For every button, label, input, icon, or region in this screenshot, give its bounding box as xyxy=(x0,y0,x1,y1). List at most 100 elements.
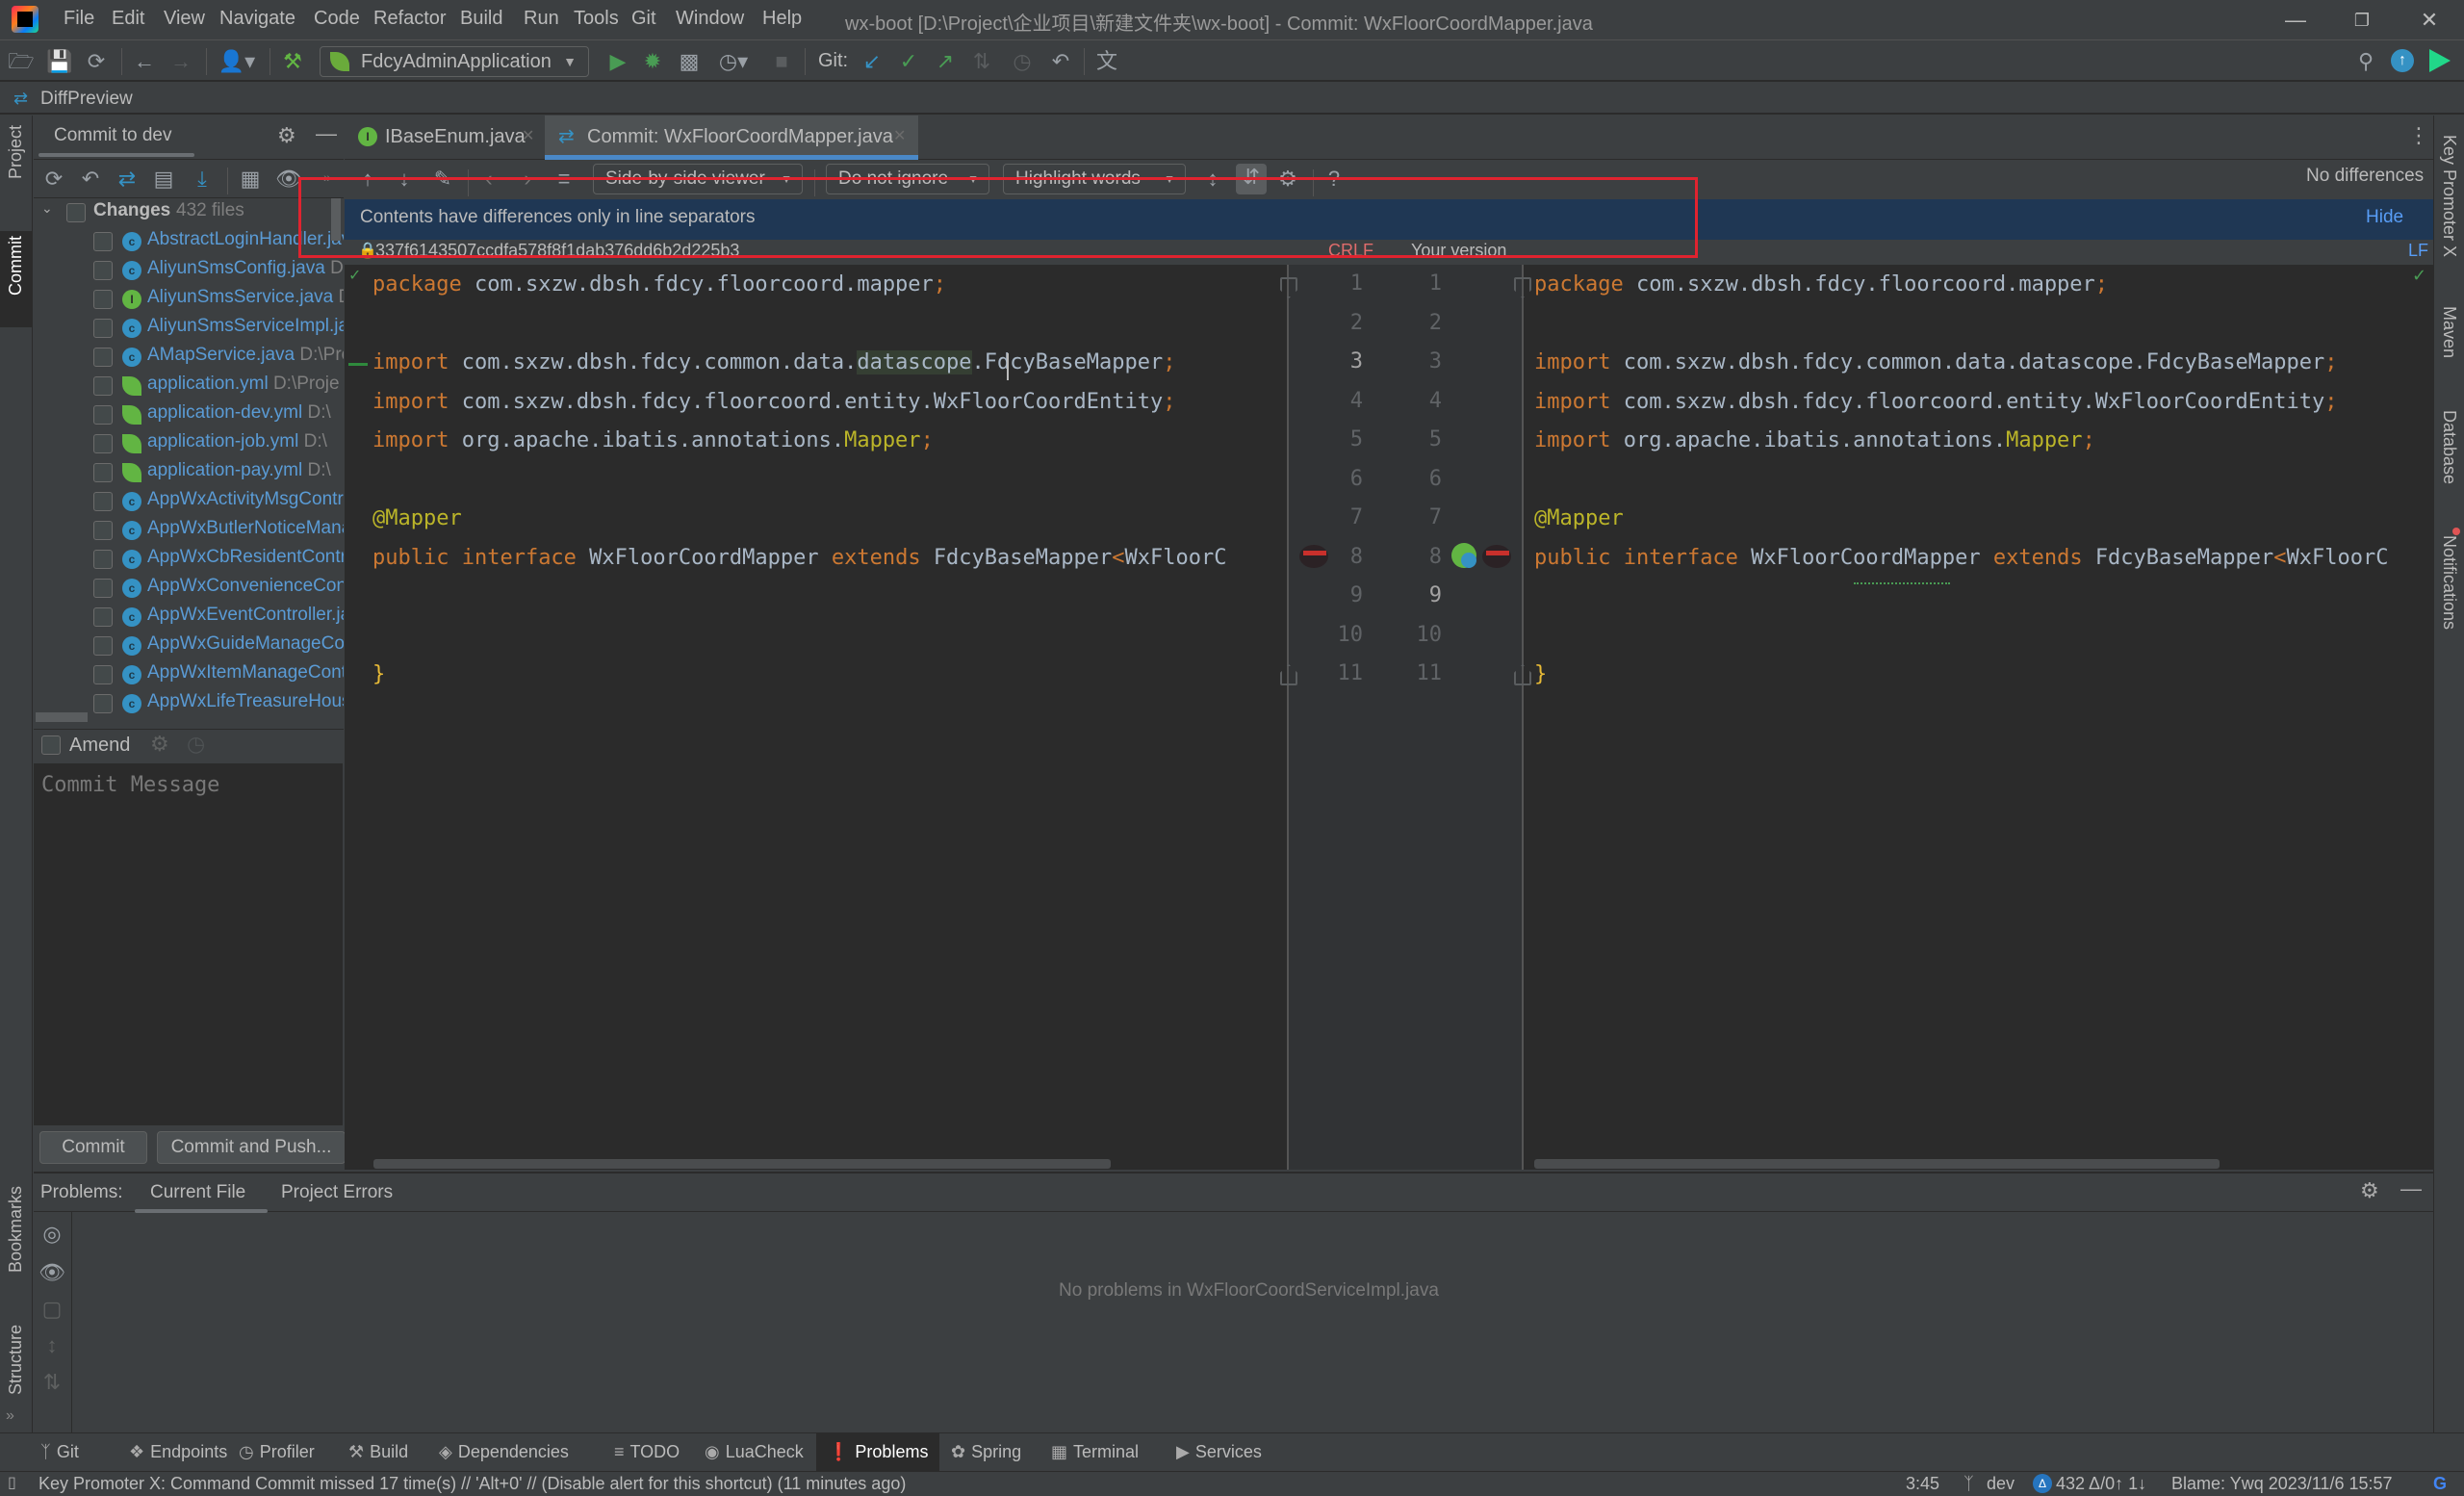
collapse-all-icon[interactable]: ⇅ xyxy=(38,1369,65,1396)
tree-horizontal-scrollbar[interactable] xyxy=(36,712,88,722)
tool-tab-endpoints[interactable]: ❖ Endpoints xyxy=(117,1432,239,1471)
view-options-icon[interactable]: 👁 xyxy=(38,1259,65,1286)
menu-tools[interactable]: Tools xyxy=(574,8,619,30)
history-icon[interactable]: ◷ xyxy=(1009,48,1036,75)
menu-code[interactable]: Code xyxy=(314,8,360,30)
menu-run[interactable]: Run xyxy=(524,8,559,30)
menu-build[interactable]: Build xyxy=(460,8,502,30)
file-checkbox[interactable] xyxy=(93,405,113,425)
file-checkbox[interactable] xyxy=(93,376,113,396)
file-checkbox[interactable] xyxy=(93,348,113,367)
show-diff-icon[interactable]: ⇄ xyxy=(114,166,141,193)
file-checkbox[interactable] xyxy=(93,550,113,569)
debug-icon[interactable]: ✹ xyxy=(639,48,666,75)
file-checkbox[interactable] xyxy=(93,665,113,684)
right-line-number[interactable]: 2 xyxy=(1403,311,1442,335)
menu-navigate[interactable]: Navigate xyxy=(219,8,295,30)
implementations-icon[interactable] xyxy=(1451,543,1476,568)
tool-tab-services[interactable]: ▶ Services xyxy=(1165,1432,1273,1471)
chevron-down-icon[interactable]: ⌄ xyxy=(41,200,53,217)
coverage-icon[interactable]: ▩ xyxy=(676,48,703,75)
more-tools-icon[interactable]: » xyxy=(6,1407,14,1425)
file-checkbox[interactable] xyxy=(93,232,113,251)
file-row[interactable]: application-pay.yml D:\ xyxy=(34,458,344,487)
file-row[interactable]: c AppWxItemManageController.java xyxy=(34,660,344,689)
file-checkbox[interactable] xyxy=(93,463,113,482)
mybatis-ninja-icon[interactable] xyxy=(1299,545,1328,568)
commit-tab[interactable]: Commit to dev xyxy=(54,125,171,146)
file-checkbox[interactable] xyxy=(93,694,113,713)
menu-view[interactable]: View xyxy=(164,8,205,30)
left-line-number[interactable]: 10 xyxy=(1324,623,1364,647)
menu-window[interactable]: Window xyxy=(676,8,744,30)
expand-all-icon[interactable]: ↕ xyxy=(38,1332,65,1359)
right-line-number[interactable]: 4 xyxy=(1403,389,1442,413)
file-row[interactable]: c AbstractLoginHandler.java xyxy=(34,227,344,256)
file-row[interactable]: c AliyunSmsServiceImpl.java xyxy=(34,314,344,343)
back-icon[interactable]: ← xyxy=(131,48,158,75)
file-checkbox[interactable] xyxy=(93,492,113,511)
profile-dropdown-icon[interactable]: ◷▾ xyxy=(712,48,755,75)
notifications-tool-button[interactable]: Notifications xyxy=(2439,535,2459,630)
tool-tab-build[interactable]: ⚒ Build xyxy=(337,1432,420,1471)
git-branch[interactable]: dev xyxy=(1987,1474,2015,1494)
git-update-icon[interactable]: ↙ xyxy=(859,48,886,75)
code-with-me-icon[interactable] xyxy=(2429,49,2451,72)
structure-tool-button[interactable]: Structure xyxy=(6,1325,26,1395)
left-line-number[interactable]: 11 xyxy=(1324,661,1364,685)
left-line-number[interactable]: 4 xyxy=(1324,389,1363,413)
left-line-number[interactable]: 2 xyxy=(1324,311,1363,335)
tab-project-errors[interactable]: Project Errors xyxy=(281,1182,393,1203)
right-line-number[interactable]: 1 xyxy=(1403,271,1442,296)
right-line-number[interactable]: 11 xyxy=(1403,661,1443,685)
tab-commit-diff[interactable]: ⇄ Commit: WxFloorCoordMapper.java ✕ xyxy=(545,116,918,160)
right-line-number[interactable]: 3 xyxy=(1403,349,1442,374)
hide-banner-link[interactable]: Hide xyxy=(2366,207,2403,228)
changes-checkbox[interactable] xyxy=(66,203,86,222)
toggle-tool-windows-icon[interactable]: ▯ xyxy=(8,1473,16,1492)
file-row[interactable]: application-job.yml D:\ xyxy=(34,429,344,458)
update-icon[interactable]: ↑ xyxy=(2391,49,2414,72)
menu-refactor[interactable]: Refactor xyxy=(373,8,447,30)
forward-icon[interactable]: → xyxy=(167,48,194,75)
git-changes-count[interactable]: 432 Δ/0↑ 1↓ xyxy=(2056,1474,2146,1494)
mybatis-ninja-icon[interactable] xyxy=(1482,545,1511,568)
caret-position[interactable]: 3:45 xyxy=(1906,1474,1939,1494)
file-checkbox[interactable] xyxy=(93,319,113,338)
tool-tab-problems[interactable]: ❗ Problems xyxy=(816,1432,940,1471)
right-line-number[interactable]: 9 xyxy=(1403,583,1442,607)
key-promoter-tool-button[interactable]: Key Promoter X xyxy=(2439,135,2459,257)
open-folder-icon[interactable]: 🗁 xyxy=(8,48,35,75)
search-icon[interactable]: ⚲ xyxy=(2352,48,2379,75)
more-options-icon[interactable]: ⋮ xyxy=(2408,123,2429,148)
tab-ibaseenum[interactable]: I IBaseEnum.java ✕ xyxy=(345,116,543,160)
file-row[interactable]: application-dev.yml D:\ xyxy=(34,400,344,429)
left-line-number[interactable]: 3 xyxy=(1324,349,1363,374)
right-line-separator[interactable]: LF xyxy=(2408,241,2428,261)
right-line-number[interactable]: 8 xyxy=(1403,545,1442,569)
close-tab-icon[interactable]: ✕ xyxy=(522,116,534,158)
commit-and-push-button[interactable]: Commit and Push... xyxy=(157,1131,346,1164)
left-line-number[interactable]: 1 xyxy=(1324,271,1363,296)
amend-checkbox[interactable] xyxy=(41,735,61,755)
tool-tab-profiler[interactable]: ◷ Profiler xyxy=(227,1432,326,1471)
tool-tab-terminal[interactable]: ▦ Terminal xyxy=(1040,1432,1150,1471)
restore-button[interactable]: ❐ xyxy=(2333,4,2391,37)
file-checkbox[interactable] xyxy=(93,579,113,598)
tool-tab-luacheck[interactable]: ◉ LuaCheck xyxy=(693,1432,815,1471)
refresh-icon[interactable]: ⟳ xyxy=(40,166,67,193)
commit-tool-button[interactable]: Commit xyxy=(6,236,26,296)
hide-panel-icon[interactable]: — xyxy=(316,121,337,146)
sync-icon[interactable]: ⟳ xyxy=(83,48,110,75)
close-tab-icon[interactable]: ✕ xyxy=(893,116,906,158)
left-line-number[interactable]: 8 xyxy=(1324,545,1363,569)
commit-message-input[interactable] xyxy=(34,763,343,1125)
tab-current-file[interactable]: Current File xyxy=(150,1182,245,1203)
menu-git[interactable]: Git xyxy=(631,8,656,30)
file-row[interactable]: application.yml D:\Proje xyxy=(34,372,344,400)
right-line-number[interactable]: 5 xyxy=(1403,427,1442,451)
rollback-icon[interactable]: ↶ xyxy=(1047,48,1074,75)
file-row[interactable]: c AppWxActivityMsgController.java xyxy=(34,487,344,516)
bookmarks-tool-button[interactable]: Bookmarks xyxy=(6,1186,26,1273)
git-compare-icon[interactable]: ⇅ xyxy=(968,48,995,75)
